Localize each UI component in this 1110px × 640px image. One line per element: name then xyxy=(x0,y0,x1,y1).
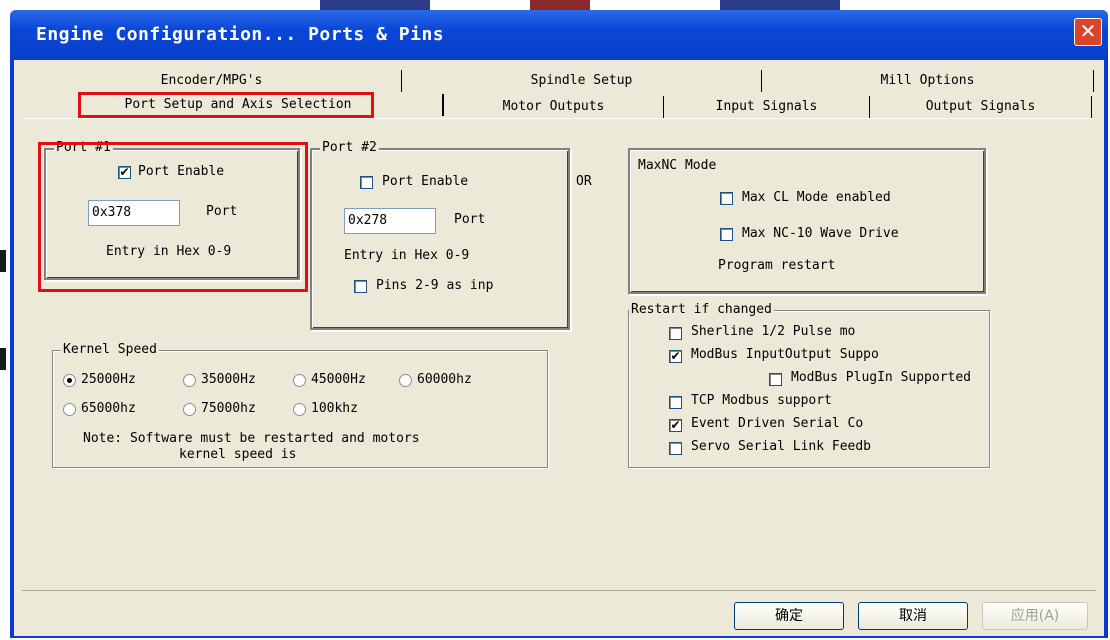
button-separator xyxy=(22,590,1096,591)
tab-input-signals[interactable]: Input Signals xyxy=(664,96,870,118)
port2-legend: Port #2 xyxy=(320,140,379,155)
window-title: Engine Configuration... Ports & Pins xyxy=(36,24,445,45)
close-button[interactable]: ✕ xyxy=(1074,18,1102,46)
tab-motor-outputs[interactable]: Motor Outputs xyxy=(444,96,664,118)
highlight-box-tab xyxy=(78,92,374,118)
kernel-legend: Kernel Speed xyxy=(61,342,159,357)
kernel-radio-25000[interactable] xyxy=(63,374,76,387)
port2-enable-checkbox[interactable] xyxy=(360,176,373,189)
port2-pins-label: Pins 2-9 as inp xyxy=(376,278,494,293)
kernel-note-line2: kernel speed is xyxy=(179,447,297,462)
port2-group: Port #2 Port Enable 0x278 Port Entry in … xyxy=(310,140,570,330)
modbus-plugin-checkbox[interactable] xyxy=(769,373,782,386)
port2-address-input[interactable]: 0x278 xyxy=(344,208,436,234)
modbus-io-label: ModBus InputOutput Suppo xyxy=(691,347,879,362)
modbus-plugin-label: ModBus PlugIn Supported xyxy=(791,370,972,385)
title-bar[interactable]: Engine Configuration... Ports & Pins ✕ xyxy=(10,10,1108,60)
event-serial-label: Event Driven Serial Co xyxy=(691,416,864,431)
port2-enable-label: Port Enable xyxy=(382,174,469,189)
tcp-modbus-label: TCP Modbus support xyxy=(691,393,832,408)
maxnc-nc10-checkbox[interactable] xyxy=(720,228,733,241)
tab-spindle-setup[interactable]: Spindle Setup xyxy=(402,70,762,92)
maxnc-legend: MaxNC Mode xyxy=(636,158,719,173)
maxnc-nc10-label: Max NC-10 Wave Drive xyxy=(742,226,899,241)
apply-button[interactable]: 应用(A) xyxy=(982,602,1088,630)
kernel-speed-group: Kernel Speed 25000Hz 35000Hz 45000Hz 600… xyxy=(52,342,548,468)
kernel-option-label: 35000Hz xyxy=(201,372,256,387)
maxnc-cl-checkbox[interactable] xyxy=(720,192,733,205)
kernel-option-label: 60000hz xyxy=(417,372,472,387)
background-window-strip xyxy=(530,0,590,10)
kernel-option-label: 100khz xyxy=(311,401,358,416)
ok-button[interactable]: 确定 xyxy=(734,602,844,630)
servo-serial-checkbox[interactable] xyxy=(669,442,682,455)
kernel-radio-75000[interactable] xyxy=(183,403,196,416)
tab-encoder-mpg[interactable]: Encoder/MPG's xyxy=(22,70,402,92)
cancel-button[interactable]: 取消 xyxy=(858,602,968,630)
sherline-checkbox[interactable] xyxy=(669,327,682,340)
modbus-io-checkbox[interactable]: ✔ xyxy=(669,350,682,363)
dialog-window: Engine Configuration... Ports & Pins ✕ E… xyxy=(10,10,1108,638)
event-serial-checkbox[interactable]: ✔ xyxy=(669,419,682,432)
tab-mill-options[interactable]: Mill Options xyxy=(762,70,1094,92)
kernel-option-label: 45000Hz xyxy=(311,372,366,387)
servo-serial-label: Servo Serial Link Feedb xyxy=(691,439,872,454)
port2-hint: Entry in Hex 0-9 xyxy=(344,248,470,263)
background-edge-mark xyxy=(0,348,6,370)
or-label: OR xyxy=(576,174,592,189)
kernel-radio-60000[interactable] xyxy=(399,374,412,387)
port2-pins-checkbox[interactable] xyxy=(354,280,367,293)
sherline-label: Sherline 1/2 Pulse mo xyxy=(691,324,856,339)
background-window-strip xyxy=(320,0,430,10)
highlight-box-port1 xyxy=(38,142,308,292)
maxnc-cl-label: Max CL Mode enabled xyxy=(742,190,891,205)
kernel-radio-45000[interactable] xyxy=(293,374,306,387)
maxnc-restart-note: Program restart xyxy=(718,258,836,273)
background-window-strip xyxy=(720,0,840,10)
tcp-modbus-checkbox[interactable] xyxy=(669,396,682,409)
kernel-option-label: 75000hz xyxy=(201,401,256,416)
dialog-client-area: Encoder/MPG's Spindle Setup Mill Options… xyxy=(14,60,1104,636)
restart-group: Restart if changed Sherline 1/2 Pulse mo… xyxy=(628,302,990,468)
kernel-option-label: 65000hz xyxy=(81,401,136,416)
kernel-radio-100k[interactable] xyxy=(293,403,306,416)
background-edge-mark xyxy=(0,250,6,272)
kernel-option-label: 25000Hz xyxy=(81,372,136,387)
tab-output-signals[interactable]: Output Signals xyxy=(870,96,1092,118)
close-icon: ✕ xyxy=(1079,19,1097,43)
kernel-radio-35000[interactable] xyxy=(183,374,196,387)
kernel-radio-65000[interactable] xyxy=(63,403,76,416)
kernel-note-line1: Note: Software must be restarted and mot… xyxy=(83,431,420,446)
maxnc-group: MaxNC Mode Max CL Mode enabled Max NC-10… xyxy=(628,148,986,294)
port2-port-label: Port xyxy=(454,212,486,227)
tab-divider xyxy=(22,118,1094,119)
restart-legend: Restart if changed xyxy=(629,302,774,317)
